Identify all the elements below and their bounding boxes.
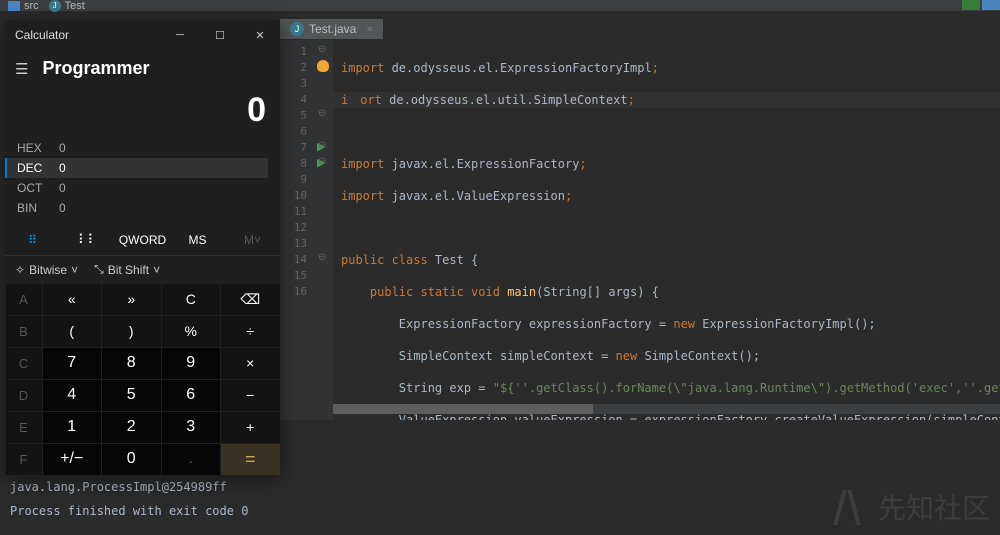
bitwise-dropdown[interactable]: ✧Bitwise˅ (15, 262, 78, 277)
key-decimal: . (162, 444, 221, 475)
key-1[interactable]: 1 (43, 412, 102, 443)
scrollbar-thumb[interactable] (333, 404, 593, 414)
titlebar-icon[interactable] (982, 0, 1000, 10)
key-4[interactable]: 4 (43, 380, 102, 411)
minimize-button[interactable]: ─ (160, 20, 200, 50)
bitshift-dropdown[interactable]: ⤡Bit Shift˅ (94, 262, 160, 277)
key-b: B (6, 316, 42, 347)
key-rparen[interactable]: ) (102, 316, 161, 347)
base-oct[interactable]: OCT0 (17, 178, 268, 198)
fold-icon[interactable]: ⊖ (318, 108, 326, 119)
key-backspace[interactable]: ⌫ (221, 284, 280, 315)
key-divide[interactable]: ÷ (221, 316, 280, 347)
key-a: A (6, 284, 42, 315)
key-rshift[interactable]: » (102, 284, 161, 315)
fold-icon[interactable]: ⊖ (318, 140, 326, 151)
watermark-logo-icon (830, 490, 870, 525)
key-c-hex: C (6, 348, 42, 379)
maximize-button[interactable]: ☐ (200, 20, 240, 50)
calculator-toolbar: ⠿ ⠇⠇ QWORD MS M˅ (5, 224, 280, 256)
folder-icon (8, 1, 20, 11)
fold-icon[interactable]: ⊖ (318, 44, 326, 55)
memory-dropdown: M˅ (225, 233, 280, 247)
calculator-window[interactable]: Calculator ─ ☐ ✕ ☰ Programmer 0 HEX0 DEC… (5, 20, 280, 475)
key-clear[interactable]: C (162, 284, 221, 315)
base-hex[interactable]: HEX0 (17, 138, 268, 158)
key-2[interactable]: 2 (102, 412, 161, 443)
key-percent[interactable]: % (162, 316, 221, 347)
calculator-keypad: A « » C ⌫ B ( ) % ÷ C 7 8 9 × D 4 5 6 − (5, 283, 280, 475)
bit-toggle-icon[interactable]: ⠇⠇ (60, 232, 115, 248)
key-7[interactable]: 7 (43, 348, 102, 379)
java-file-icon: J (290, 22, 304, 36)
java-icon: J (49, 0, 61, 12)
line-number-gutter: 1 2 3 4 5 6 7 8 9 10 11 12 13 14 15 16 (280, 40, 315, 420)
code-editor[interactable]: import de.odysseus.el.ExpressionFactoryI… (333, 40, 1000, 420)
tab-test-java[interactable]: J Test.java × (280, 19, 383, 39)
key-d: D (6, 380, 42, 411)
key-lparen[interactable]: ( (43, 316, 102, 347)
key-equals[interactable]: = (221, 444, 280, 475)
key-9[interactable]: 9 (162, 348, 221, 379)
base-dec[interactable]: DEC0 (5, 158, 268, 178)
key-multiply[interactable]: × (221, 348, 280, 379)
key-8[interactable]: 8 (102, 348, 161, 379)
key-6[interactable]: 6 (162, 380, 221, 411)
menu-icon[interactable]: ☰ (15, 60, 28, 78)
number-bases: HEX0 DEC0 OCT0 BIN0 (5, 138, 280, 224)
key-add[interactable]: + (221, 412, 280, 443)
key-lshift[interactable]: « (43, 284, 102, 315)
key-5[interactable]: 5 (102, 380, 161, 411)
titlebar-icon[interactable] (962, 0, 980, 10)
key-e: E (6, 412, 42, 443)
close-tab-icon[interactable]: × (366, 22, 373, 36)
fold-icon[interactable]: ⊖ (318, 252, 326, 263)
key-f: F (6, 444, 42, 475)
editor-tabs: J Test.java × (280, 18, 383, 40)
titlebar-right-icons (962, 0, 1000, 10)
key-0[interactable]: 0 (102, 444, 161, 475)
calculator-title: Calculator (15, 28, 69, 42)
key-negate[interactable]: +/− (43, 444, 102, 475)
calculator-titlebar[interactable]: Calculator ─ ☐ ✕ (5, 20, 280, 50)
gutter-icons: ▶ ▶ ⊖ ⊖ ⊖ ⊖ ⊖ (315, 40, 333, 420)
keypad-mode-icon[interactable]: ⠿ (5, 233, 60, 247)
breadcrumb-src[interactable]: src (24, 0, 39, 12)
chevron-down-icon: ˅ (153, 263, 160, 277)
horizontal-scrollbar[interactable] (333, 404, 1000, 414)
base-bin[interactable]: BIN0 (17, 198, 268, 218)
tab-label: Test.java (309, 22, 356, 36)
chevron-down-icon: ˅ (71, 263, 78, 277)
fold-icon[interactable]: ⊖ (318, 156, 326, 167)
breadcrumb-test[interactable]: Test (65, 0, 85, 12)
close-button[interactable]: ✕ (240, 20, 280, 50)
lightbulb-icon[interactable] (317, 60, 329, 72)
key-3[interactable]: 3 (162, 412, 221, 443)
memory-store-button[interactable]: MS (170, 233, 225, 247)
key-subtract[interactable]: − (221, 380, 280, 411)
ide-titlebar: src J Test (0, 0, 1000, 11)
word-size-button[interactable]: QWORD (115, 233, 170, 247)
calculator-display: 0 (5, 87, 280, 138)
watermark: 先知社区 (830, 487, 990, 527)
calculator-mode: Programmer (42, 58, 149, 79)
watermark-text: 先知社区 (878, 487, 990, 527)
